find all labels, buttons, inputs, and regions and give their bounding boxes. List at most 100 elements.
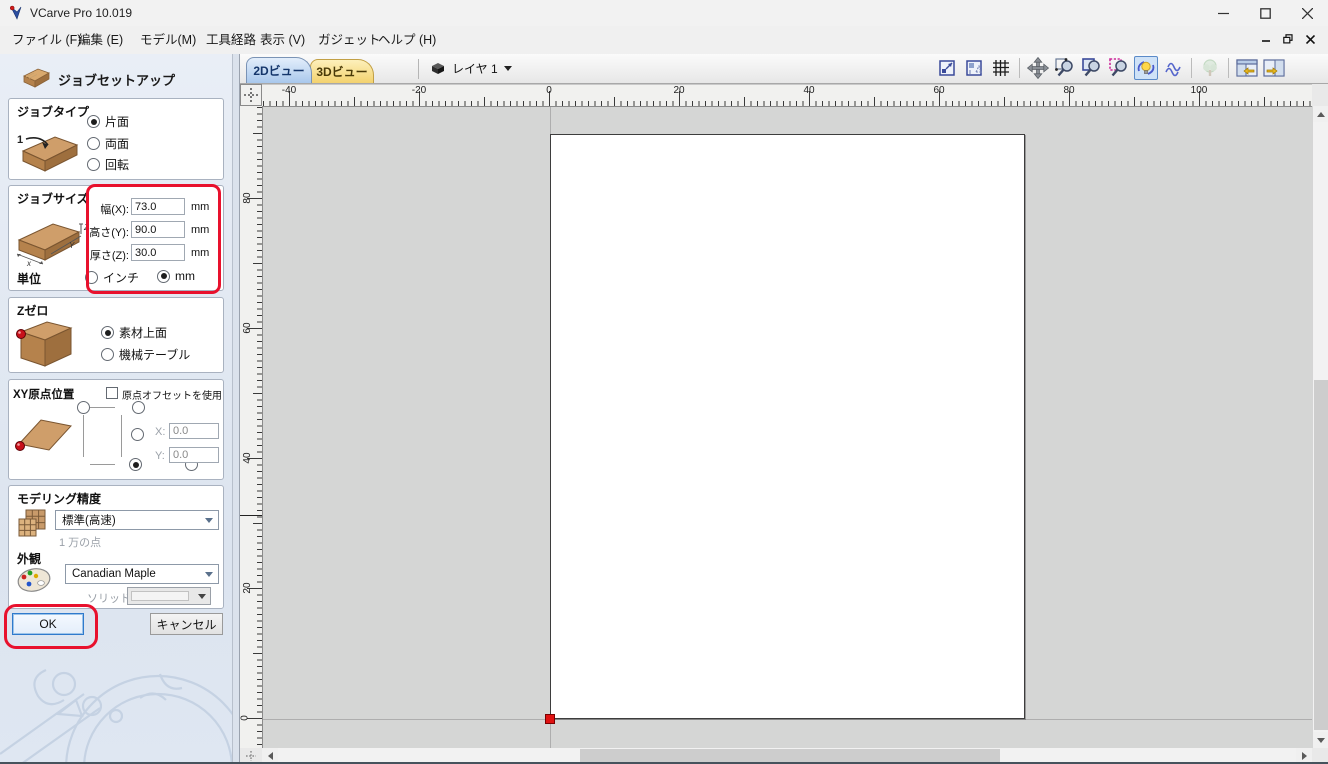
resolution-select[interactable]: 標準(高速) bbox=[55, 510, 219, 530]
h-ruler-label: 20 bbox=[673, 85, 684, 96]
job-setup-panel: ジョブセットアップ ジョブタイプ 1 片面 両面 回転 bbox=[0, 54, 232, 764]
zoom-box-icon[interactable] bbox=[1053, 56, 1077, 80]
origin-datum-marker bbox=[545, 714, 555, 724]
cancel-button[interactable]: キャンセル bbox=[150, 613, 223, 635]
menu-edit[interactable]: 編集 (E) bbox=[68, 26, 133, 54]
menu-model[interactable]: モデル(M) bbox=[130, 26, 206, 54]
minimize-button[interactable] bbox=[1202, 0, 1244, 26]
scrollbar-top-filler bbox=[1312, 84, 1328, 106]
solid-color-select[interactable] bbox=[127, 587, 211, 605]
z-zero-option-machine-bed[interactable]: 機械テーブル bbox=[101, 346, 190, 363]
origin-bottom-left-radio[interactable] bbox=[129, 458, 142, 471]
ruler-crosshair-icon bbox=[246, 751, 256, 761]
svg-text:1: 1 bbox=[17, 134, 23, 146]
resolution-value: 標準(高速) bbox=[62, 512, 116, 528]
v-ruler-label: 40 bbox=[242, 452, 253, 463]
height-input[interactable] bbox=[131, 221, 185, 238]
horizontal-scroll-thumb[interactable] bbox=[580, 749, 1000, 763]
mdi-close-button[interactable] bbox=[1300, 30, 1320, 48]
h-ruler-label: 100 bbox=[1191, 85, 1208, 96]
width-input[interactable] bbox=[131, 198, 185, 215]
layer-selector[interactable]: レイヤ 1 bbox=[430, 60, 512, 77]
job-type-group: ジョブタイプ 1 片面 両面 回転 bbox=[8, 98, 224, 180]
tab-3d-view[interactable]: 3Dビュー bbox=[310, 59, 374, 83]
zoom-selection-icon[interactable] bbox=[1107, 56, 1131, 80]
origin-top-left-radio[interactable] bbox=[77, 401, 90, 414]
z-zero-image bbox=[13, 314, 77, 370]
scroll-up-button[interactable] bbox=[1313, 106, 1328, 122]
use-offset-checkbox[interactable] bbox=[106, 387, 118, 399]
thickness-label: 厚さ(Z): bbox=[69, 247, 129, 263]
tab-2d-view[interactable]: 2Dビュー bbox=[246, 57, 312, 83]
layer-icon bbox=[430, 61, 446, 76]
job-type-option-single[interactable]: 片面 bbox=[87, 113, 129, 130]
thickness-input[interactable] bbox=[131, 244, 185, 261]
h-ruler-label: 80 bbox=[1063, 85, 1074, 96]
width-unit: mm bbox=[191, 201, 209, 213]
maximize-button[interactable] bbox=[1244, 0, 1286, 26]
origin-line-right bbox=[121, 415, 122, 457]
height-unit: mm bbox=[191, 224, 209, 236]
pan-icon[interactable] bbox=[1026, 56, 1050, 80]
menu-view[interactable]: 表示 (V) bbox=[250, 26, 315, 54]
zoom-job-icon[interactable] bbox=[962, 56, 986, 80]
vertical-ruler: 80 60 40 20 0 bbox=[240, 106, 262, 748]
offset-y-input[interactable] bbox=[169, 447, 219, 463]
z-zero-option-material-top[interactable]: 素材上面 bbox=[101, 324, 167, 341]
panel-title: ジョブセットアップ bbox=[58, 70, 175, 89]
origin-center-radio[interactable] bbox=[131, 428, 144, 441]
modeling-resolution-label: モデリング精度 bbox=[17, 490, 101, 507]
job-material-rect bbox=[550, 134, 1025, 719]
mdi-minimize-button[interactable] bbox=[1256, 30, 1276, 48]
radio-machine-bed[interactable] bbox=[101, 348, 114, 361]
radio-single-sided[interactable] bbox=[87, 115, 100, 128]
ruler-origin-corner[interactable] bbox=[240, 84, 262, 106]
unit-option-inch[interactable]: インチ bbox=[85, 269, 139, 286]
toggle-bitmap-icon[interactable] bbox=[1134, 56, 1158, 80]
radio-inch[interactable] bbox=[85, 271, 98, 284]
h-ruler-label: -40 bbox=[282, 85, 296, 96]
toggle-3d-icon[interactable] bbox=[1198, 56, 1222, 80]
radio-material-top[interactable] bbox=[101, 326, 114, 339]
chevron-down-icon bbox=[205, 572, 213, 577]
menu-help[interactable]: ヘルプ (H) bbox=[368, 26, 446, 54]
toolbar-separator bbox=[1228, 58, 1229, 78]
svg-text:x: x bbox=[26, 259, 32, 268]
offset-x-input[interactable] bbox=[169, 423, 219, 439]
ok-button-label: OK bbox=[39, 617, 56, 631]
scroll-down-button[interactable] bbox=[1313, 732, 1328, 748]
canvas-2d[interactable] bbox=[262, 106, 1312, 748]
mdi-restore-button[interactable] bbox=[1278, 30, 1298, 48]
vertical-scrollbar[interactable] bbox=[1312, 106, 1328, 748]
panel-splitter[interactable] bbox=[232, 54, 240, 764]
arrow-left-icon bbox=[268, 752, 273, 760]
job-type-option-rotary[interactable]: 回転 bbox=[87, 156, 129, 173]
radio-double-sided[interactable] bbox=[87, 137, 100, 150]
ok-button[interactable]: OK bbox=[12, 613, 84, 635]
vertical-scroll-thumb[interactable] bbox=[1314, 380, 1328, 730]
material-select[interactable]: Canadian Maple bbox=[65, 564, 219, 584]
zoom-extents-icon[interactable] bbox=[935, 56, 959, 80]
job-size-group: ジョブサイズ Z Y x 幅(X): mm 高さ(Y): mm 厚さ(Z): m… bbox=[8, 185, 224, 291]
h-ruler-label: 0 bbox=[546, 85, 552, 96]
h-ruler-label: 40 bbox=[803, 85, 814, 96]
grid-toggle-icon[interactable] bbox=[989, 56, 1013, 80]
radio-label-mm: mm bbox=[175, 269, 195, 283]
dock-right-icon[interactable] bbox=[1262, 56, 1286, 80]
job-type-label: ジョブタイプ bbox=[17, 103, 89, 120]
radio-label-inch: インチ bbox=[103, 269, 139, 286]
radio-label-machine-bed: 機械テーブル bbox=[119, 346, 190, 363]
chevron-down-icon bbox=[198, 594, 206, 599]
dock-left-icon[interactable] bbox=[1235, 56, 1259, 80]
zoom-drawing-icon[interactable] bbox=[1080, 56, 1104, 80]
job-type-option-double[interactable]: 両面 bbox=[87, 135, 129, 152]
app-logo-icon bbox=[9, 5, 25, 21]
origin-top-right-radio[interactable] bbox=[132, 401, 145, 414]
radio-rotary[interactable] bbox=[87, 158, 100, 171]
close-button[interactable] bbox=[1286, 0, 1328, 26]
v-ruler-label: 80 bbox=[242, 192, 253, 203]
radio-label-material-top: 素材上面 bbox=[119, 324, 167, 341]
toggle-vectors-icon[interactable] bbox=[1161, 56, 1185, 80]
unit-option-mm[interactable]: mm bbox=[157, 269, 195, 283]
radio-mm[interactable] bbox=[157, 270, 170, 283]
